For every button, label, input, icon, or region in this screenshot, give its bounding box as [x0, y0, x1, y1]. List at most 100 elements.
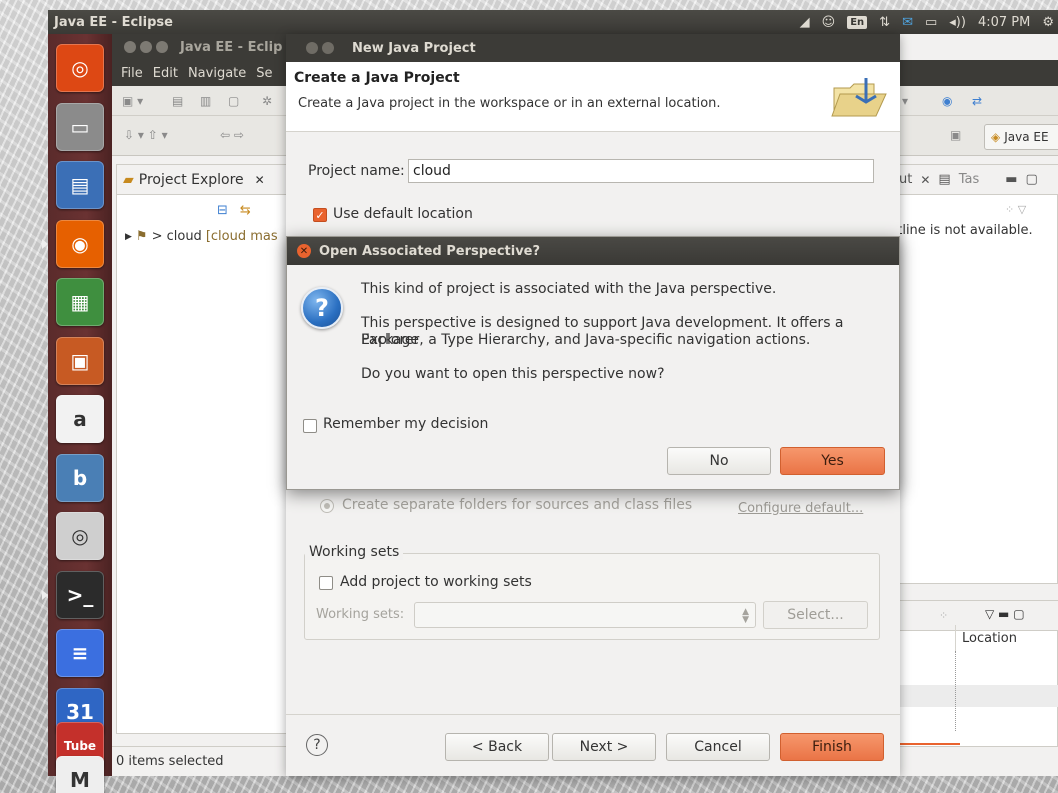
working-sets-combo[interactable]: ▲ ▼: [414, 602, 756, 628]
minimize-window-icon[interactable]: [140, 41, 152, 53]
server-icon[interactable]: ⇄: [972, 94, 982, 108]
close-outline-icon[interactable]: ✕: [920, 173, 930, 187]
outline-panel: ut ✕ ▤ Tas ▬ ▢ ⁘ ▽ utline is not availab…: [888, 164, 1058, 584]
new-icon[interactable]: ▣ ▾: [122, 94, 143, 108]
document-viewer-icon[interactable]: ▤: [56, 161, 104, 209]
project-explorer-panel: ▰ Project Explore ✕ ⊟ ⇆ ▶ ⚑ > cloud [clo…: [116, 164, 292, 734]
wizard-title: New Java Project: [352, 40, 476, 56]
tasks-icon: ▤: [938, 172, 951, 187]
text-editor-icon[interactable]: ≡: [56, 629, 104, 677]
outline-menu-icon[interactable]: ⁘ ▽: [1005, 203, 1026, 216]
collapse-all-icon[interactable]: ⊟: [217, 203, 228, 218]
presentation-icon[interactable]: ▣: [56, 336, 104, 385]
working-sets-label: Working sets:: [316, 607, 405, 622]
no-button[interactable]: No: [667, 447, 771, 475]
menu-navigate[interactable]: Navigate: [188, 66, 246, 81]
top-panel: Java EE - Eclipse ◢ ☺ En ⇅ ✉ ▭ ◂)) 4:07 …: [48, 10, 1058, 34]
cancel-button[interactable]: Cancel: [666, 733, 770, 761]
dialog-close-icon[interactable]: ✕: [297, 244, 311, 258]
volume-icon[interactable]: ◂)): [949, 15, 966, 30]
close-window-icon[interactable]: [124, 41, 136, 53]
maximize-view-icon[interactable]: ▢: [1026, 172, 1038, 187]
network-arrows-icon[interactable]: ⇅: [879, 15, 890, 30]
eclipse-titlebar: Java EE - Eclip: [112, 34, 286, 60]
table-row[interactable]: [889, 685, 1058, 707]
expand-arrow-icon[interactable]: ▶: [125, 232, 132, 242]
toolbar-dropdown-icon[interactable]: ▾: [902, 94, 908, 108]
debug-icon[interactable]: ✲: [262, 94, 272, 108]
chat-icon[interactable]: ☺: [822, 15, 836, 30]
save-all-icon[interactable]: ▥: [200, 94, 211, 108]
keyboard-layout-indicator[interactable]: En: [847, 15, 868, 29]
combo-arrows-icon: ▲ ▼: [742, 607, 749, 625]
banshee-icon[interactable]: b: [56, 453, 104, 502]
separate-folders-radio[interactable]: [320, 499, 334, 513]
configure-default-link[interactable]: Configure default...: [738, 501, 863, 516]
speaker-icon[interactable]: ◎: [56, 512, 104, 560]
new-project-folder-icon: [831, 78, 887, 117]
ubuntu-dash-icon[interactable]: ◎: [56, 44, 104, 92]
minimize-view-icon[interactable]: ▬: [1005, 172, 1017, 187]
open-perspective-dialog: ✕ Open Associated Perspective? ? This ki…: [286, 236, 900, 490]
working-sets-legend: Working sets: [305, 544, 404, 560]
gmail-icon[interactable]: M: [56, 755, 104, 793]
maximize-window-icon[interactable]: [156, 41, 168, 53]
next-button[interactable]: Next >: [552, 733, 656, 761]
clock[interactable]: 4:07 PM: [978, 15, 1030, 30]
tasks-tab[interactable]: Tas: [959, 172, 980, 187]
project-icon: ⚑: [135, 229, 148, 244]
active-window-title: Java EE - Eclipse: [54, 14, 173, 30]
wifi-icon[interactable]: ◢: [800, 15, 810, 30]
globe-icon[interactable]: ◉: [942, 94, 952, 108]
project-name-input[interactable]: [408, 159, 874, 183]
menu-edit[interactable]: Edit: [153, 66, 178, 81]
close-tab-icon[interactable]: ✕: [255, 173, 265, 187]
outline-tab-bar: ut ✕ ▤ Tas ▬ ▢: [889, 165, 1058, 195]
finish-button[interactable]: Finish: [780, 733, 884, 761]
yes-button[interactable]: Yes: [780, 447, 885, 475]
menu-file[interactable]: File: [121, 66, 143, 81]
view-dropdown-icon[interactable]: ▽ ▬ ▢: [985, 607, 1025, 621]
wizard-close-icon[interactable]: [306, 42, 318, 54]
dialog-line-1: This kind of project is associated with …: [361, 281, 777, 297]
menu-search[interactable]: Se: [256, 66, 272, 81]
running-indicator: [42, 238, 48, 249]
wizard-titlebar: New Java Project: [286, 34, 900, 62]
file-manager-icon[interactable]: ▭: [56, 102, 104, 151]
eclipse-window-title: Java EE - Eclip: [180, 39, 283, 55]
project-explorer-tab[interactable]: ▰ Project Explore ✕: [117, 165, 289, 195]
unity-launcher: ◎ ▭ ▤ ◉ ▦ ▣ a b ◎ >_ ≡ 31 Tube M: [42, 34, 112, 793]
wizard-maximize-icon[interactable]: [322, 42, 334, 54]
print-icon[interactable]: ▢: [228, 94, 239, 108]
wizard-header: Create a Java Project Create a Java proj…: [286, 62, 900, 132]
use-default-location-checkbox[interactable]: ✓: [313, 208, 327, 222]
back-nav-icon[interactable]: ⇦ ⇨: [220, 128, 244, 142]
system-tray: ◢ ☺ En ⇅ ✉ ▭ ◂)) 4:07 PM ⚙: [800, 10, 1058, 34]
firefox-icon[interactable]: ◉: [56, 219, 104, 268]
battery-icon[interactable]: ▭: [925, 15, 937, 30]
tree-item-cloud[interactable]: ▶ ⚑ > cloud [cloud mas: [125, 229, 278, 244]
use-default-location-label: Use default location: [333, 206, 473, 222]
dialog-line-2b: Explorer, a Type Hierarchy, and Java-spe…: [361, 332, 811, 348]
add-to-working-sets-label: Add project to working sets: [340, 574, 532, 590]
spreadsheet-icon[interactable]: ▦: [56, 278, 104, 326]
open-perspective-icon[interactable]: ▣: [950, 128, 961, 142]
java-ee-perspective-button[interactable]: ◈ Java EE: [984, 124, 1058, 150]
wizard-header-description: Create a Java project in the workspace o…: [298, 96, 721, 111]
outline-tab[interactable]: ut: [899, 172, 912, 187]
back-button[interactable]: < Back: [445, 733, 549, 761]
next-annotation-icon[interactable]: ⇩ ▾ ⇧ ▾: [124, 128, 168, 142]
settings-gear-icon[interactable]: ⚙: [1042, 15, 1054, 30]
link-editor-icon[interactable]: ⇆: [240, 203, 251, 218]
help-icon[interactable]: ?: [306, 734, 328, 756]
location-column-header[interactable]: Location: [955, 625, 1058, 651]
dialog-title: Open Associated Perspective?: [319, 243, 541, 259]
terminal-icon[interactable]: >_: [56, 570, 104, 619]
view-menu-icon[interactable]: ⁘: [939, 609, 948, 622]
mail-icon[interactable]: ✉: [902, 15, 913, 30]
amazon-icon[interactable]: a: [56, 395, 104, 443]
save-icon[interactable]: ▤: [172, 94, 183, 108]
add-to-working-sets-checkbox[interactable]: [319, 576, 333, 590]
remember-decision-checkbox[interactable]: [303, 419, 317, 433]
select-working-sets-button[interactable]: Select...: [763, 601, 868, 629]
